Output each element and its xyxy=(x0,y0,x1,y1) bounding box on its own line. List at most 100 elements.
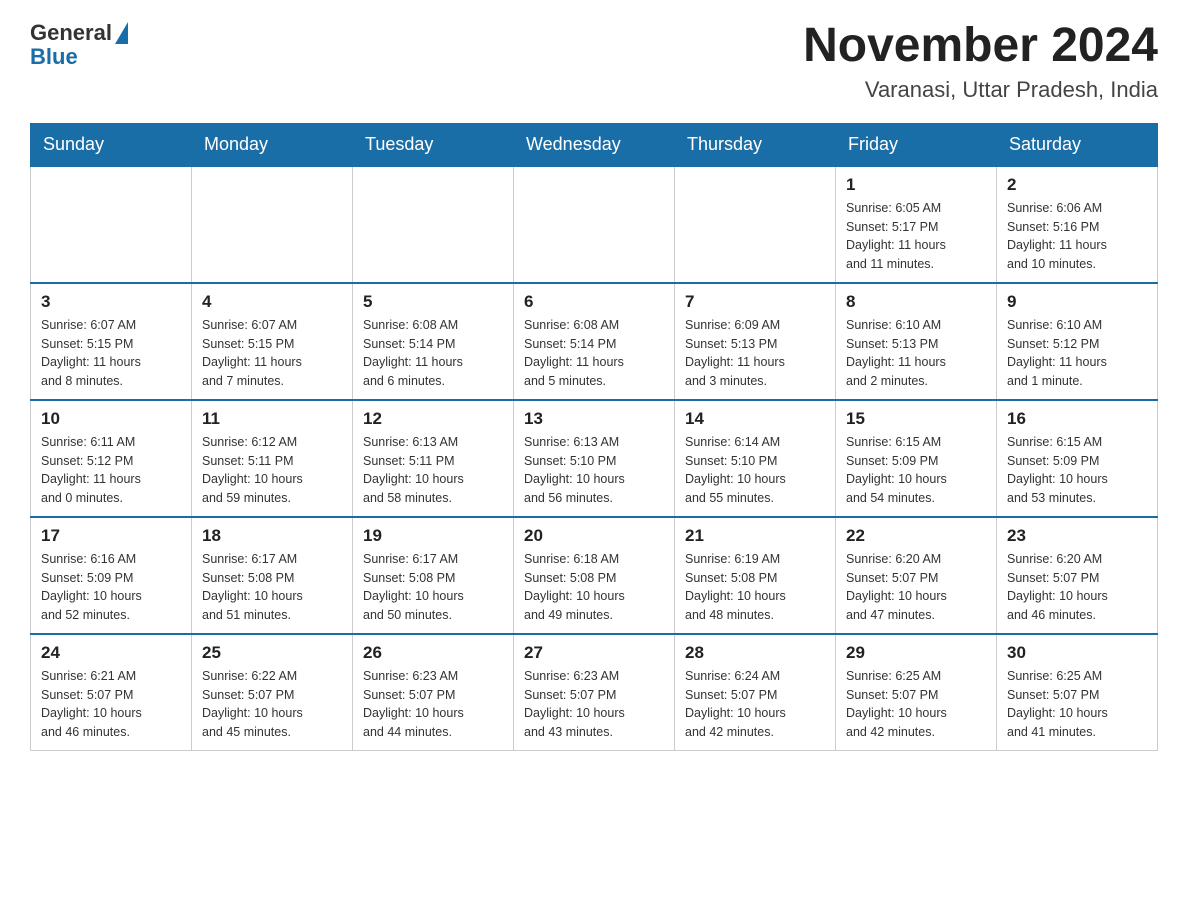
calendar-cell: 2Sunrise: 6:06 AM Sunset: 5:16 PM Daylig… xyxy=(997,166,1158,283)
calendar-cell: 5 Sunrise: 6:08 AM Sunset: 5:14 PM Daylig… xyxy=(353,283,514,400)
calendar-cell: 17Sunrise: 6:16 AM Sunset: 5:09 PM Dayli… xyxy=(31,517,192,634)
day-number: 19 xyxy=(363,526,503,546)
calendar-cell: 14 Sunrise: 6:14 AM Sunset: 5:10 PM Dayli… xyxy=(675,400,836,517)
calendar-cell: 7 Sunrise: 6:09 AM Sunset: 5:13 PM Daylig… xyxy=(675,283,836,400)
calendar-table: SundayMondayTuesdayWednesdayThursdayFrid… xyxy=(30,123,1158,751)
day-info: Sunrise: 6:05 AM Sunset: 5:17 PM Dayligh… xyxy=(846,199,986,274)
calendar-cell xyxy=(675,166,836,283)
calendar-week-row: 17Sunrise: 6:16 AM Sunset: 5:09 PM Dayli… xyxy=(31,517,1158,634)
calendar-cell xyxy=(31,166,192,283)
weekday-header-saturday: Saturday xyxy=(997,123,1158,166)
calendar-cell: 29 Sunrise: 6:25 AM Sunset: 5:07 PM Dayli… xyxy=(836,634,997,751)
calendar-cell: 19 Sunrise: 6:17 AM Sunset: 5:08 PM Dayli… xyxy=(353,517,514,634)
day-info: Sunrise: 6:16 AM Sunset: 5:09 PM Dayligh… xyxy=(41,550,181,625)
day-info: Sunrise: 6:15 AM Sunset: 5:09 PM Dayligh… xyxy=(1007,433,1147,508)
day-info: Sunrise: 6:25 AM Sunset: 5:07 PM Dayligh… xyxy=(1007,667,1147,742)
calendar-week-row: 3 Sunrise: 6:07 AM Sunset: 5:15 PM Daylig… xyxy=(31,283,1158,400)
calendar-cell: 18 Sunrise: 6:17 AM Sunset: 5:08 PM Dayli… xyxy=(192,517,353,634)
calendar-cell: 8 Sunrise: 6:10 AM Sunset: 5:13 PM Daylig… xyxy=(836,283,997,400)
calendar-cell: 6 Sunrise: 6:08 AM Sunset: 5:14 PM Daylig… xyxy=(514,283,675,400)
calendar-cell: 27Sunrise: 6:23 AM Sunset: 5:07 PM Dayli… xyxy=(514,634,675,751)
day-number: 28 xyxy=(685,643,825,663)
day-number: 21 xyxy=(685,526,825,546)
weekday-header-row: SundayMondayTuesdayWednesdayThursdayFrid… xyxy=(31,123,1158,166)
day-number: 7 xyxy=(685,292,825,312)
day-number: 12 xyxy=(363,409,503,429)
calendar-cell: 11 Sunrise: 6:12 AM Sunset: 5:11 PM Dayli… xyxy=(192,400,353,517)
day-info: Sunrise: 6:06 AM Sunset: 5:16 PM Dayligh… xyxy=(1007,199,1147,274)
calendar-cell: 9 Sunrise: 6:10 AM Sunset: 5:12 PM Daylig… xyxy=(997,283,1158,400)
day-number: 29 xyxy=(846,643,986,663)
day-number: 13 xyxy=(524,409,664,429)
day-number: 25 xyxy=(202,643,342,663)
day-number: 30 xyxy=(1007,643,1147,663)
weekday-header-wednesday: Wednesday xyxy=(514,123,675,166)
day-number: 24 xyxy=(41,643,181,663)
day-number: 16 xyxy=(1007,409,1147,429)
day-info: Sunrise: 6:11 AM Sunset: 5:12 PM Dayligh… xyxy=(41,433,181,508)
day-info: Sunrise: 6:10 AM Sunset: 5:13 PM Dayligh… xyxy=(846,316,986,391)
day-number: 3 xyxy=(41,292,181,312)
calendar-cell: 12 Sunrise: 6:13 AM Sunset: 5:11 PM Dayli… xyxy=(353,400,514,517)
day-info: Sunrise: 6:19 AM Sunset: 5:08 PM Dayligh… xyxy=(685,550,825,625)
day-number: 11 xyxy=(202,409,342,429)
calendar-cell: 23 Sunrise: 6:20 AM Sunset: 5:07 PM Dayli… xyxy=(997,517,1158,634)
day-number: 14 xyxy=(685,409,825,429)
weekday-header-friday: Friday xyxy=(836,123,997,166)
day-info: Sunrise: 6:20 AM Sunset: 5:07 PM Dayligh… xyxy=(846,550,986,625)
logo: General Blue xyxy=(30,20,128,70)
calendar-cell: 13 Sunrise: 6:13 AM Sunset: 5:10 PM Dayli… xyxy=(514,400,675,517)
day-info: Sunrise: 6:13 AM Sunset: 5:10 PM Dayligh… xyxy=(524,433,664,508)
location-subtitle: Varanasi, Uttar Pradesh, India xyxy=(803,77,1158,103)
calendar-cell: 3Sunrise: 6:07 AM Sunset: 5:15 PM Daylig… xyxy=(31,283,192,400)
calendar-cell: 24 Sunrise: 6:21 AM Sunset: 5:07 PM Dayli… xyxy=(31,634,192,751)
calendar-cell: 26Sunrise: 6:23 AM Sunset: 5:07 PM Dayli… xyxy=(353,634,514,751)
calendar-cell xyxy=(353,166,514,283)
calendar-cell: 20Sunrise: 6:18 AM Sunset: 5:08 PM Dayli… xyxy=(514,517,675,634)
day-info: Sunrise: 6:21 AM Sunset: 5:07 PM Dayligh… xyxy=(41,667,181,742)
logo-blue-text: Blue xyxy=(30,44,78,70)
day-number: 20 xyxy=(524,526,664,546)
calendar-cell: 22 Sunrise: 6:20 AM Sunset: 5:07 PM Dayli… xyxy=(836,517,997,634)
day-number: 10 xyxy=(41,409,181,429)
day-info: Sunrise: 6:12 AM Sunset: 5:11 PM Dayligh… xyxy=(202,433,342,508)
calendar-cell: 21 Sunrise: 6:19 AM Sunset: 5:08 PM Dayli… xyxy=(675,517,836,634)
logo-triangle-icon xyxy=(115,22,128,44)
calendar-cell: 4Sunrise: 6:07 AM Sunset: 5:15 PM Daylig… xyxy=(192,283,353,400)
calendar-cell: 16 Sunrise: 6:15 AM Sunset: 5:09 PM Dayli… xyxy=(997,400,1158,517)
page-header: General Blue November 2024 Varanasi, Utt… xyxy=(30,20,1158,103)
day-info: Sunrise: 6:08 AM Sunset: 5:14 PM Dayligh… xyxy=(524,316,664,391)
day-number: 6 xyxy=(524,292,664,312)
calendar-week-row: 24 Sunrise: 6:21 AM Sunset: 5:07 PM Dayli… xyxy=(31,634,1158,751)
calendar-cell: 25Sunrise: 6:22 AM Sunset: 5:07 PM Dayli… xyxy=(192,634,353,751)
day-number: 18 xyxy=(202,526,342,546)
day-info: Sunrise: 6:13 AM Sunset: 5:11 PM Dayligh… xyxy=(363,433,503,508)
day-info: Sunrise: 6:07 AM Sunset: 5:15 PM Dayligh… xyxy=(202,316,342,391)
calendar-cell: 10 Sunrise: 6:11 AM Sunset: 5:12 PM Dayli… xyxy=(31,400,192,517)
day-info: Sunrise: 6:20 AM Sunset: 5:07 PM Dayligh… xyxy=(1007,550,1147,625)
weekday-header-thursday: Thursday xyxy=(675,123,836,166)
weekday-header-monday: Monday xyxy=(192,123,353,166)
day-info: Sunrise: 6:09 AM Sunset: 5:13 PM Dayligh… xyxy=(685,316,825,391)
day-info: Sunrise: 6:17 AM Sunset: 5:08 PM Dayligh… xyxy=(363,550,503,625)
day-number: 23 xyxy=(1007,526,1147,546)
weekday-header-tuesday: Tuesday xyxy=(353,123,514,166)
day-info: Sunrise: 6:25 AM Sunset: 5:07 PM Dayligh… xyxy=(846,667,986,742)
day-number: 5 xyxy=(363,292,503,312)
calendar-cell xyxy=(514,166,675,283)
day-info: Sunrise: 6:08 AM Sunset: 5:14 PM Dayligh… xyxy=(363,316,503,391)
day-number: 15 xyxy=(846,409,986,429)
day-info: Sunrise: 6:24 AM Sunset: 5:07 PM Dayligh… xyxy=(685,667,825,742)
day-info: Sunrise: 6:17 AM Sunset: 5:08 PM Dayligh… xyxy=(202,550,342,625)
calendar-cell: 28 Sunrise: 6:24 AM Sunset: 5:07 PM Dayli… xyxy=(675,634,836,751)
day-number: 9 xyxy=(1007,292,1147,312)
day-number: 8 xyxy=(846,292,986,312)
day-number: 22 xyxy=(846,526,986,546)
logo-general-text: General xyxy=(30,20,112,46)
calendar-cell: 30 Sunrise: 6:25 AM Sunset: 5:07 PM Dayli… xyxy=(997,634,1158,751)
calendar-week-row: 1Sunrise: 6:05 AM Sunset: 5:17 PM Daylig… xyxy=(31,166,1158,283)
day-info: Sunrise: 6:10 AM Sunset: 5:12 PM Dayligh… xyxy=(1007,316,1147,391)
day-number: 26 xyxy=(363,643,503,663)
day-info: Sunrise: 6:14 AM Sunset: 5:10 PM Dayligh… xyxy=(685,433,825,508)
weekday-header-sunday: Sunday xyxy=(31,123,192,166)
